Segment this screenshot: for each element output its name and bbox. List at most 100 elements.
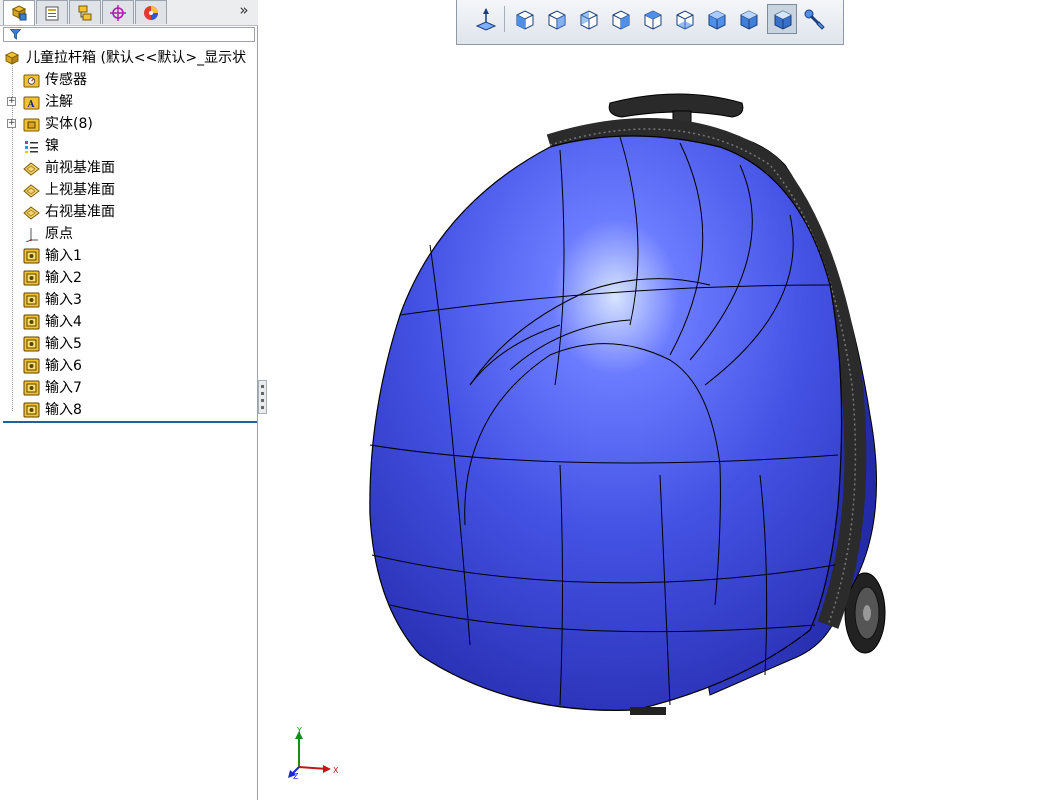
tab-property-manager[interactable]	[36, 0, 68, 24]
tab-configuration-manager[interactable]	[69, 0, 101, 24]
toolbar-separator	[504, 6, 505, 32]
view-orientation-toolbar	[456, 0, 844, 45]
bottom-view-icon	[676, 10, 694, 30]
tree-item[interactable]: 输入8	[0, 399, 258, 421]
imported-body-icon	[23, 380, 40, 396]
material-icon	[25, 141, 38, 153]
tree-item-label: 输入2	[45, 270, 82, 286]
normal-to-icon	[475, 8, 497, 31]
tree-item[interactable]: 输入3	[0, 289, 258, 311]
tree-item[interactable]: 原点	[0, 223, 258, 245]
front-view-icon	[516, 10, 534, 30]
tree-item[interactable]: 输入5	[0, 333, 258, 355]
view-back-button[interactable]	[541, 4, 571, 34]
normal-to-button[interactable]	[471, 4, 501, 34]
left-view-icon	[580, 10, 598, 30]
part-icon	[4, 51, 20, 65]
imported-body-icon	[23, 270, 40, 286]
tree-rollback-bar[interactable]	[3, 421, 257, 423]
luggage-3d-model[interactable]	[360, 85, 890, 725]
view-trimetric-button[interactable]	[733, 4, 763, 34]
triad-y-label: Y	[296, 726, 302, 735]
view-right-button[interactable]	[605, 4, 635, 34]
tree-item-label: 输入1	[45, 248, 82, 264]
tree-filter[interactable]	[3, 27, 255, 42]
tree-item-label: 输入3	[45, 292, 82, 308]
isometric-view-icon	[708, 10, 726, 30]
tree-item-label: 原点	[45, 226, 73, 242]
view-isometric-button[interactable]	[701, 4, 731, 34]
tree-item[interactable]: 右视基准面	[0, 201, 258, 223]
tree-item-label: 上视基准面	[45, 182, 115, 198]
tree-root-label: 儿童拉杆箱 (默认<<默认>_显示状	[26, 50, 247, 66]
orientation-triad: Y X Z	[288, 726, 339, 781]
tree-item[interactable]: 传感器	[0, 69, 258, 91]
tree-item[interactable]: 输入4	[0, 311, 258, 333]
tree-item[interactable]: 上视基准面	[0, 179, 258, 201]
view-selector-icon	[804, 9, 825, 30]
property-manager-icon	[45, 6, 59, 20]
right-view-icon	[612, 10, 630, 30]
origin-icon	[25, 228, 38, 242]
back-view-icon	[548, 10, 566, 30]
tree-item-label: 输入8	[45, 402, 82, 418]
plane-icon	[23, 184, 40, 198]
tree-root-part[interactable]: 儿童拉杆箱 (默认<<默认>_显示状	[0, 47, 258, 69]
tree-item[interactable]: 镍	[0, 135, 258, 157]
more-tabs-chevron[interactable]: »	[236, 1, 252, 21]
tree-item[interactable]: + 实体(8)	[0, 113, 258, 135]
feature-tree: 儿童拉杆箱 (默认<<默认>_显示状 传感器 + A 注解 + 实体(8) 镍前视基准面上视…	[0, 47, 258, 421]
tree-item[interactable]: 输入1	[0, 245, 258, 267]
expand-toggle[interactable]: +	[7, 97, 16, 106]
tree-item-label: 镍	[45, 138, 59, 154]
tree-item-label: 注解	[45, 94, 73, 110]
tab-display-manager[interactable]	[135, 0, 167, 24]
dimxpert-icon	[110, 4, 126, 21]
tree-item-label: 输入5	[45, 336, 82, 352]
solid-bodies-folder-icon	[23, 118, 40, 132]
tree-item[interactable]: 输入6	[0, 355, 258, 377]
tree-item[interactable]: 前视基准面	[0, 157, 258, 179]
view-dimetric-button[interactable]	[767, 4, 797, 34]
svg-text:A: A	[27, 100, 36, 110]
view-selector-button[interactable]	[799, 4, 829, 34]
view-left-button[interactable]	[573, 4, 603, 34]
imported-body-icon	[23, 336, 40, 352]
top-view-icon	[644, 10, 662, 30]
view-top-button[interactable]	[637, 4, 667, 34]
imported-body-icon	[23, 402, 40, 418]
tree-item-label: 右视基准面	[45, 204, 115, 220]
manager-tab-bar: »	[0, 0, 258, 26]
expand-toggle[interactable]: +	[7, 119, 16, 128]
tab-feature-manager[interactable]	[3, 0, 35, 25]
tree-item[interactable]: + A 注解	[0, 91, 258, 113]
panel-splitter-handle[interactable]	[258, 380, 267, 414]
plane-icon	[23, 162, 40, 176]
feature-manager-panel: » 儿童拉杆箱 (默认<<默认>_显示状 传感器 + A 注解 + 实体(8) 镍前视基准面…	[0, 0, 258, 800]
tab-dimxpert-manager[interactable]	[102, 0, 134, 24]
view-front-button[interactable]	[509, 4, 539, 34]
tree-item[interactable]: 输入2	[0, 267, 258, 289]
tree-item-label: 前视基准面	[45, 160, 115, 176]
configuration-manager-icon	[78, 5, 92, 20]
tree-item-label: 实体(8)	[45, 116, 93, 132]
dimetric-view-icon	[774, 10, 792, 30]
annotations-folder-icon: A	[23, 96, 40, 110]
tree-item-label: 传感器	[45, 72, 87, 88]
tree-item-label: 输入6	[45, 358, 82, 374]
front-shell	[369, 135, 843, 711]
trimetric-view-icon	[740, 10, 758, 30]
filter-icon	[10, 29, 21, 40]
imported-body-icon	[23, 292, 40, 308]
feature-manager-icon	[11, 5, 27, 21]
sensor-folder-icon	[23, 74, 40, 88]
imported-body-icon	[23, 314, 40, 330]
display-manager-icon	[144, 5, 158, 20]
triad-x-label: X	[333, 766, 339, 775]
view-bottom-button[interactable]	[669, 4, 699, 34]
tree-item-label: 输入7	[45, 380, 82, 396]
imported-body-icon	[23, 358, 40, 374]
imported-body-icon	[23, 248, 40, 264]
tree-item[interactable]: 输入7	[0, 377, 258, 399]
tree-item-label: 输入4	[45, 314, 82, 330]
